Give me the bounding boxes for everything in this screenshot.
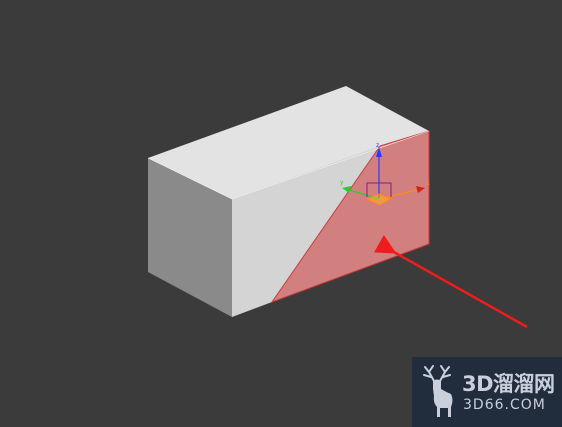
gizmo-z-label: z [376,142,379,149]
red-arrow-icon [374,234,528,329]
deer-logo-icon [423,365,453,417]
watermark-title: 3D溜溜网 [462,372,555,396]
watermark: 3D溜溜网 3D66.COM [412,357,562,427]
watermark-subtitle: 3D66.COM [463,397,546,413]
gizmo-y-label: y [340,179,344,186]
gizmo-x-label: x [426,180,430,187]
3d-viewport[interactable]: z y x 3D溜溜网 3D66.COM [0,0,562,427]
